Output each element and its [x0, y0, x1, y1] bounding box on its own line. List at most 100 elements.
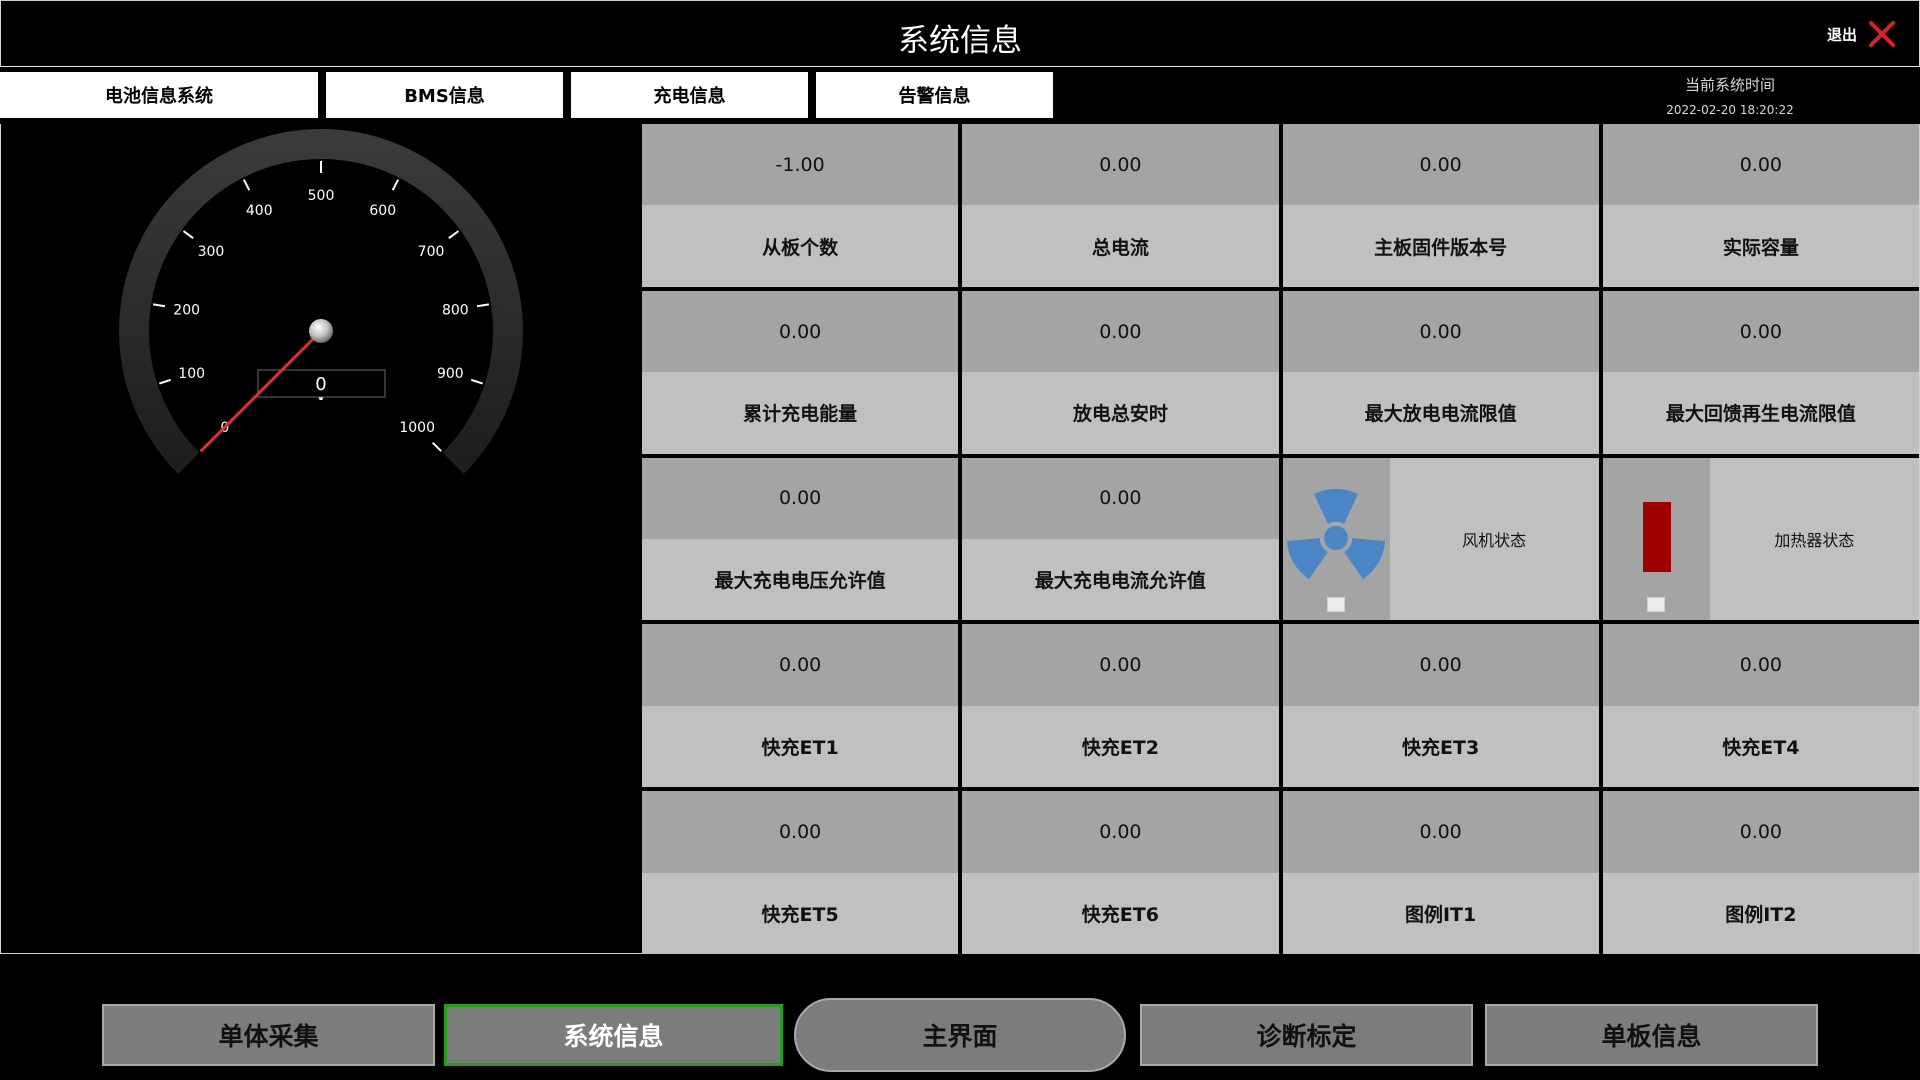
gauge-tick-label: 700: [418, 244, 445, 260]
fan-status-cell: 风机状态: [1282, 457, 1599, 621]
nav-diagnosis-calibration-button[interactable]: 诊断标定: [1140, 1004, 1473, 1066]
fan-icon: [1286, 488, 1385, 579]
gauge-tick-label: 1000: [399, 420, 435, 436]
gauge-tick-label: 400: [246, 203, 273, 219]
cell-label: 放电总安时: [962, 372, 1279, 454]
cell-label: 快充ET2: [962, 705, 1279, 788]
cell-label: 总电流: [962, 205, 1279, 287]
cell-label: 最大充电电压允许值: [642, 539, 959, 621]
cell-value: 0.00: [962, 791, 1279, 873]
system-time-label: 当前系统时间: [1684, 76, 1775, 94]
gauge-tick-label: 500: [308, 188, 335, 204]
voltage-gauge: 01002003004005006007008009001000 V 0: [119, 129, 523, 474]
cell-value: 0.00: [962, 457, 1279, 539]
cell-max-discharge-current: 0.00 最大放电电流限值: [1282, 290, 1599, 454]
cell-fast-charge-et5: 0.00 快充ET5: [642, 791, 959, 954]
tab-charging-info[interactable]: 充电信息: [571, 72, 808, 118]
cell-firmware-version: 0.00 主板固件版本号: [1282, 124, 1599, 287]
close-icon: [1869, 21, 1895, 47]
nav-board-info-button[interactable]: 单板信息: [1485, 1004, 1818, 1066]
exit-label: 退出: [1826, 25, 1857, 44]
cell-label: 快充ET5: [642, 872, 959, 954]
cell-label: 实际容量: [1602, 205, 1919, 287]
cell-value: 0.00: [1602, 791, 1919, 873]
gauge-tick: [448, 230, 460, 239]
cell-value: 0.00: [1282, 624, 1599, 706]
cell-value: 0.00: [642, 457, 959, 539]
cell-max-charge-voltage: 0.00 最大充电电压允许值: [642, 457, 959, 621]
cell-label: 累计充电能量: [642, 372, 959, 454]
gauge-tick: [432, 442, 442, 452]
cell-label: 快充ET3: [1282, 705, 1599, 788]
gauge-tick-label: 600: [369, 203, 396, 219]
system-time: 当前系统时间 2022-02-20 18:20:22: [1600, 74, 1860, 117]
cell-discharge-total-ah: 0.00 放电总安时: [962, 290, 1279, 454]
gauge-tick: [476, 303, 490, 308]
fan-status-label: 风机状态: [1389, 457, 1599, 621]
cell-label: 最大回馈再生电流限值: [1602, 372, 1919, 454]
cell-value: 0.00: [1602, 624, 1919, 706]
cell-value: 0.00: [1282, 791, 1599, 873]
cell-value: 0.00: [1282, 290, 1599, 373]
nav-cell-collection-button[interactable]: 单体采集: [102, 1004, 435, 1066]
gauge-knob: [309, 319, 333, 343]
cell-value: 0.00: [962, 124, 1279, 206]
voltage-gauge-panel: 01002003004005006007008009001000 V 0: [0, 124, 642, 954]
cell-total-current: 0.00 总电流: [962, 124, 1279, 287]
exit-button[interactable]: 退出: [1827, 17, 1897, 51]
fan-icon-area: [1282, 457, 1390, 621]
cell-value: -1.00: [642, 124, 959, 206]
cell-value: 0.00: [1282, 124, 1599, 206]
cell-legend-it1: 0.00 图例IT1: [1282, 791, 1599, 954]
heater-icon: [1642, 501, 1671, 572]
nav-system-info-button[interactable]: 系统信息: [444, 1004, 783, 1066]
heater-status-label: 加热器状态: [1709, 457, 1919, 621]
cell-label: 快充ET4: [1602, 705, 1919, 788]
gauge-tick: [391, 179, 400, 191]
gauge-tick-label: 900: [437, 366, 464, 382]
tab-alarm-info[interactable]: 告警信息: [816, 72, 1053, 118]
gauge-tick-label: 200: [173, 303, 200, 319]
cell-fast-charge-et6: 0.00 快充ET6: [962, 791, 1279, 954]
gauge-value: 0: [315, 374, 326, 395]
gauge-tick: [152, 303, 166, 308]
heater-status-checkbox[interactable]: [1646, 597, 1665, 613]
gauge-tick-label: 300: [198, 244, 225, 260]
tab-battery-info-system[interactable]: 电池信息系统: [0, 72, 318, 118]
cell-label: 图例IT2: [1602, 872, 1919, 954]
cell-fast-charge-et3: 0.00 快充ET3: [1282, 624, 1599, 788]
cell-fast-charge-et1: 0.00 快充ET1: [642, 624, 959, 788]
fan-status-checkbox[interactable]: [1326, 597, 1345, 613]
cell-label: 主板固件版本号: [1282, 205, 1599, 287]
cell-label: 快充ET6: [962, 872, 1279, 954]
heater-status-cell: 加热器状态: [1602, 457, 1919, 621]
cell-slave-board-count: -1.00 从板个数: [642, 124, 959, 287]
cell-label: 最大充电电流允许值: [962, 539, 1279, 621]
cell-max-charge-current: 0.00 最大充电电流允许值: [962, 457, 1279, 621]
cell-max-regen-current: 0.00 最大回馈再生电流限值: [1602, 290, 1919, 454]
cell-value: 0.00: [962, 290, 1279, 373]
page-title: 系统信息: [898, 23, 1022, 59]
bottom-nav: 单体采集 系统信息 主界面 诊断标定 单板信息: [0, 998, 1920, 1072]
cell-legend-it2: 0.00 图例IT2: [1602, 791, 1919, 954]
cell-label: 图例IT1: [1282, 872, 1599, 954]
nav-home-button[interactable]: 主界面: [794, 998, 1126, 1072]
gauge-tick: [470, 378, 483, 385]
cell-actual-capacity: 0.00 实际容量: [1602, 124, 1919, 287]
cell-value: 0.00: [642, 290, 959, 373]
cell-fast-charge-et2: 0.00 快充ET2: [962, 624, 1279, 788]
system-time-value: 2022-02-20 18:20:22: [1666, 103, 1794, 117]
gauge-tick: [159, 378, 172, 385]
heater-icon-area: [1602, 457, 1710, 621]
cell-label: 快充ET1: [642, 705, 959, 788]
cell-cumulative-charge-energy: 0.00 累计充电能量: [642, 290, 959, 454]
cell-fast-charge-et4: 0.00 快充ET4: [1602, 624, 1919, 788]
gauge-tick-label: 800: [442, 303, 469, 319]
cell-label: 从板个数: [642, 205, 959, 287]
cell-value: 0.00: [1602, 290, 1919, 373]
tab-bms-info[interactable]: BMS信息: [326, 72, 563, 118]
title-bar: 系统信息 退出: [0, 0, 1920, 67]
gauge-tick-label: 100: [178, 366, 205, 382]
cell-value: 0.00: [642, 624, 959, 706]
cell-label: 最大放电电流限值: [1282, 372, 1599, 454]
